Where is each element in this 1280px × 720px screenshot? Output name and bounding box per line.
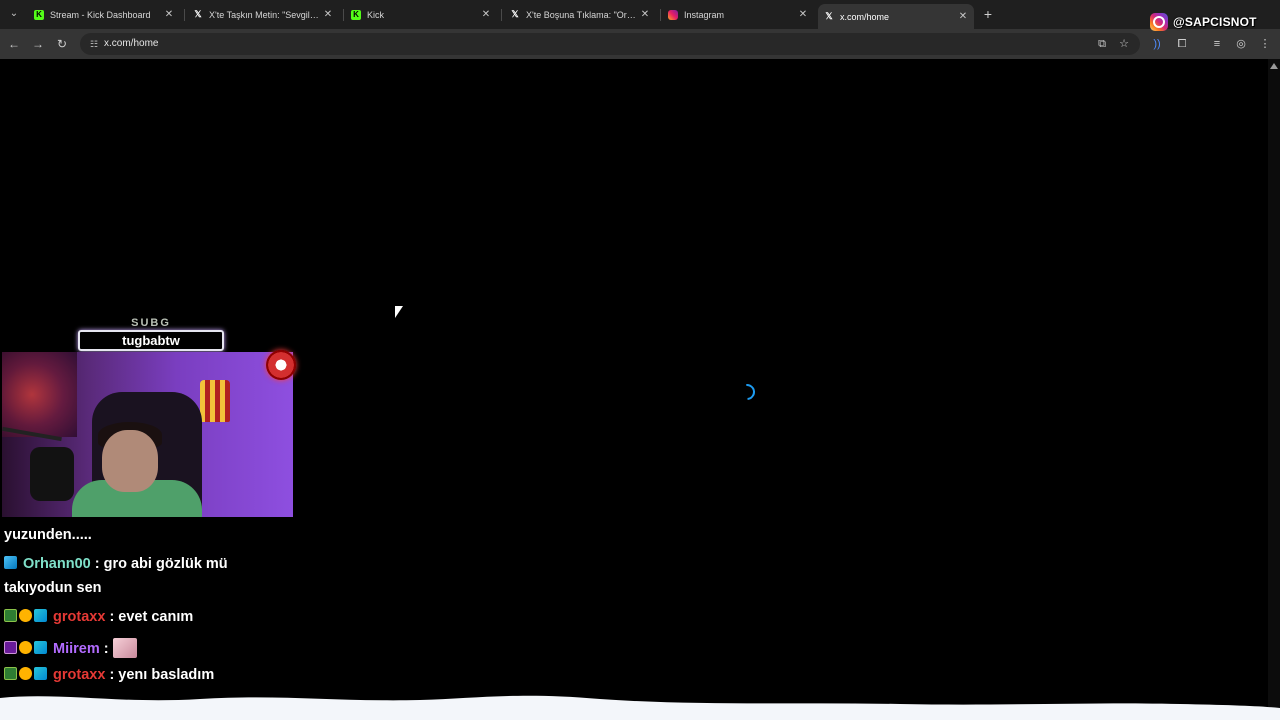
extensions-puzzle-icon[interactable]: ⧠: [1174, 36, 1190, 52]
streamer-face: [102, 430, 158, 492]
scroll-up-arrow-icon[interactable]: [1270, 63, 1278, 69]
browser-toolbar: ← → ↻ ☷ x.com/home ⧉ ☆ )) ⧠ ≡ ◎ ⋮: [0, 29, 1280, 59]
address-bar[interactable]: ☷ x.com/home: [80, 33, 1140, 55]
chat-text: : evet canım: [105, 609, 194, 625]
gift-icon: [266, 350, 296, 380]
webcam-feed: [2, 352, 293, 517]
chat-text: :: [99, 641, 113, 657]
close-icon[interactable]: ✕: [164, 9, 174, 20]
url-text[interactable]: x.com/home: [104, 38, 158, 49]
tab-title: X'te Taşkın Metin: "Sevgili Galat: [209, 9, 319, 20]
chat-text: : gro abi gözlük mü: [90, 556, 228, 572]
close-icon[interactable]: ✕: [798, 9, 808, 20]
tab-title: Stream - Kick Dashboard: [50, 9, 151, 20]
subscriber-badge-icon: [4, 641, 17, 654]
tab-title: X'te Boşuna Tıklama: "Orkun Iş: [526, 9, 636, 20]
cube-badge-icon: [4, 556, 17, 569]
chat-username: Orhann00: [23, 556, 91, 572]
new-tab-plus-icon[interactable]: +: [981, 6, 995, 22]
kick-icon: K: [34, 9, 44, 20]
media-queue-icon[interactable]: ≡: [1209, 36, 1225, 52]
chat-message: grotaxx : yenı basladım: [4, 667, 214, 683]
tab-strip: ⌄ K Stream - Kick Dashboard ✕ 𝕏 X'te Taş…: [0, 0, 1280, 29]
tab-x-taskin-metin[interactable]: 𝕏 X'te Taşkın Metin: "Sevgili Galat ✕: [187, 4, 339, 25]
chat-message: grotaxx : evet canım: [4, 609, 193, 625]
wall-tapestry: [2, 352, 77, 437]
tab-search-menu-icon[interactable]: ⌄: [6, 6, 22, 22]
profile-icon[interactable]: ◎: [1233, 36, 1249, 52]
instagram-icon: [1150, 13, 1168, 31]
gifter-badge-icon: [19, 641, 32, 654]
chat-username: Miirem: [53, 641, 100, 657]
tab-x-bosuna-tiklama[interactable]: 𝕏 X'te Boşuna Tıklama: "Orkun Iş ✕: [504, 4, 656, 25]
tab-title: Kick: [367, 9, 385, 20]
emote-image: [112, 638, 137, 658]
chat-message: Orhann00 : gro abi gözlük mü: [4, 556, 228, 572]
media-wave-icon[interactable]: )): [1149, 36, 1165, 52]
microphone: [30, 447, 74, 501]
chat-text: : yenı basladım: [105, 667, 215, 683]
snow-overlay: [0, 695, 1280, 720]
subscriber-badge-icon: [4, 609, 17, 622]
founder-badge-icon: [34, 609, 47, 622]
tab-title: x.com/home: [840, 11, 890, 22]
scrollbar[interactable]: [1268, 59, 1280, 720]
tab-divider: [501, 9, 502, 21]
founder-badge-icon: [34, 641, 47, 654]
close-icon[interactable]: ✕: [481, 9, 491, 20]
chat-username: grotaxx: [53, 667, 106, 683]
chat-message-continued: takıyodun sen: [4, 580, 102, 596]
reload-icon[interactable]: ↻: [54, 36, 70, 52]
bookmark-star-icon[interactable]: ☆: [1116, 36, 1132, 52]
gifter-badge-icon: [19, 609, 32, 622]
screen: ⌄ K Stream - Kick Dashboard ✕ 𝕏 X'te Taş…: [0, 0, 1280, 720]
mouse-cursor-icon: [395, 306, 403, 318]
chat-text: yuzunden.....: [4, 527, 92, 543]
tab-divider: [343, 9, 344, 21]
chat-text: takıyodun sen: [4, 580, 102, 596]
more-menu-icon[interactable]: ⋮: [1257, 36, 1273, 52]
founder-badge-icon: [34, 667, 47, 680]
tab-divider: [660, 9, 661, 21]
gifter-badge-icon: [19, 667, 32, 680]
tab-kick-dashboard[interactable]: K Stream - Kick Dashboard ✕: [28, 4, 180, 25]
sub-username: tugbabtw: [122, 333, 180, 348]
tab-title: Instagram: [684, 9, 725, 20]
back-arrow-icon[interactable]: ←: [6, 36, 22, 52]
x-icon: 𝕏: [511, 9, 519, 19]
tab-kick[interactable]: K Kick ✕: [345, 4, 497, 25]
wall-jersey: [200, 380, 230, 422]
instagram-watermark: @SAPCISNOT: [1150, 12, 1257, 32]
site-info-icon[interactable]: ☷: [88, 38, 100, 50]
subscriber-badge-icon: [4, 667, 17, 680]
close-icon[interactable]: ✕: [958, 11, 968, 22]
close-icon[interactable]: ✕: [323, 9, 333, 20]
x-icon: 𝕏: [194, 9, 202, 19]
tab-divider: [184, 9, 185, 21]
chat-username: grotaxx: [53, 609, 106, 625]
watermark-handle: @SAPCISNOT: [1173, 15, 1257, 29]
sub-alert: SUBG tugbabtw: [78, 317, 224, 351]
x-icon: 𝕏: [825, 11, 833, 21]
kick-icon: K: [351, 9, 361, 20]
close-icon[interactable]: ✕: [640, 9, 650, 20]
tab-instagram[interactable]: Instagram ✕: [662, 4, 814, 25]
chat-message: yuzunden.....: [4, 527, 92, 543]
install-app-icon[interactable]: ⧉: [1094, 36, 1110, 52]
tab-x-home[interactable]: 𝕏 x.com/home ✕: [818, 4, 974, 29]
chat-message: Miirem :: [4, 638, 137, 658]
sub-label: SUBG: [131, 317, 171, 329]
instagram-icon: [668, 9, 678, 20]
forward-arrow-icon[interactable]: →: [30, 36, 46, 52]
